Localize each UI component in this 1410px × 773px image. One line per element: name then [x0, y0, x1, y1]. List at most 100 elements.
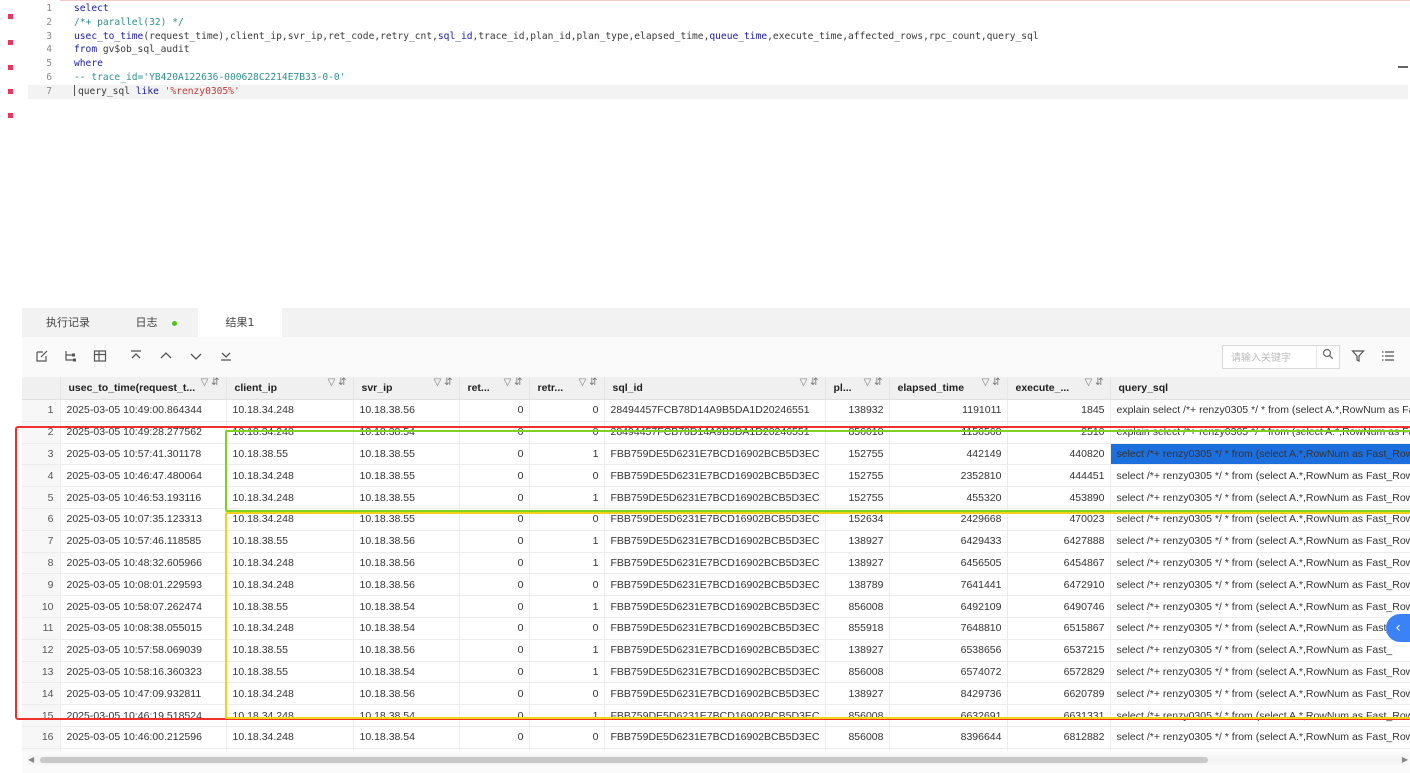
table-cell[interactable]: explain select /*+ renzy0305 */ * from (…: [1110, 421, 1410, 444]
first-icon[interactable]: [128, 349, 144, 365]
filter-sort-icon[interactable]: ▽ ⇵: [328, 377, 347, 388]
column-header[interactable]: execute_... ▽ ⇵: [1007, 377, 1111, 400]
table-row[interactable]: 2 2025-03-05 10:49:28.277562 10.18.34.248 1…: [22, 421, 1410, 444]
table-cell[interactable]: 152634: [825, 508, 890, 531]
table-cell[interactable]: 152755: [825, 486, 890, 509]
table-cell[interactable]: 10.18.38.55: [226, 443, 354, 466]
table-cell[interactable]: 10.18.38.55: [353, 464, 460, 488]
filter-sort-icon[interactable]: ▽ ⇵: [800, 377, 819, 388]
filter-sort-icon[interactable]: ▽ ⇵: [982, 377, 1001, 388]
table-cell[interactable]: 6632691: [889, 704, 1008, 727]
table-cell[interactable]: 10.18.38.55: [226, 661, 354, 684]
table-cell[interactable]: FBB759DE5D6231E7BCD16902BCB5D3EC: [604, 704, 826, 727]
table-cell[interactable]: 2025-03-05 10:58:16.360323: [60, 661, 227, 684]
table-cell[interactable]: 1156568: [889, 421, 1008, 444]
tab-result-1[interactable]: 结果1: [198, 308, 282, 337]
table-cell[interactable]: select /*+ renzy0305 */ * from (select A…: [1110, 617, 1410, 640]
table-cell[interactable]: 0: [459, 399, 530, 422]
table-cell[interactable]: 0: [529, 508, 605, 531]
table-cell[interactable]: 138789: [825, 573, 890, 597]
table-cell[interactable]: 0: [529, 726, 605, 749]
breakpoint-marker[interactable]: [8, 89, 13, 94]
table-cell[interactable]: 138927: [825, 530, 890, 553]
table-cell[interactable]: 856008: [825, 704, 890, 727]
scroll-right-icon[interactable]: ▶: [1402, 755, 1408, 764]
row-number[interactable]: 10: [22, 595, 61, 618]
menu-icon[interactable]: [1380, 349, 1396, 365]
code-line[interactable]: 5 where: [28, 57, 1408, 71]
table-cell[interactable]: select /*+ renzy0305 */ * from (select A…: [1110, 508, 1410, 531]
table-cell[interactable]: select /*+ renzy0305 */ * from (select A…: [1110, 726, 1410, 749]
table-row[interactable]: 16 2025-03-05 10:46:00.212596 10.18.34.248…: [22, 726, 1410, 749]
table-cell[interactable]: 6515867: [1007, 617, 1111, 640]
row-number[interactable]: 6: [22, 508, 61, 531]
table-cell[interactable]: 0: [459, 726, 530, 749]
table-cell[interactable]: FBB759DE5D6231E7BCD16902BCB5D3EC: [604, 726, 826, 749]
code-line[interactable]: 4 from gv$ob_sql_audit: [28, 43, 1408, 57]
row-number[interactable]: 9: [22, 573, 61, 597]
code-line[interactable]: 6 -- trace_id='YB420A122636-000628C2214E7…: [28, 71, 1408, 85]
table-cell[interactable]: 10.18.38.56: [353, 639, 460, 662]
table-cell[interactable]: 856008: [825, 661, 890, 684]
column-header[interactable]: sql_id ▽ ⇵: [604, 377, 826, 400]
table-cell[interactable]: FBB759DE5D6231E7BCD16902BCB5D3EC: [604, 443, 826, 466]
edit-icon[interactable]: [34, 349, 50, 365]
table-cell[interactable]: 0: [529, 748, 605, 751]
table-cell[interactable]: 0: [529, 399, 605, 422]
table-cell[interactable]: select /*+ renzy0305 */ * from (select A…: [1110, 573, 1410, 597]
table-cell[interactable]: 6456505: [889, 552, 1008, 575]
table-cell[interactable]: 10.18.34.248: [226, 573, 354, 597]
table-icon[interactable]: [92, 349, 108, 365]
table-cell[interactable]: 1: [529, 661, 605, 684]
table-cell[interactable]: 8429736: [889, 682, 1008, 706]
search-input[interactable]: [1229, 347, 1321, 370]
table-cell[interactable]: FBB759DE5D6231E7BCD16902BCB5D3EC: [604, 617, 826, 640]
table-cell[interactable]: 6429433: [889, 530, 1008, 553]
table-cell[interactable]: 2025-03-05 10:46:47.480064: [60, 464, 227, 488]
code-line[interactable]: 1 select: [28, 2, 1408, 16]
table-cell[interactable]: FBB759DE5D6231E7BCD16902BCB5D3EC: [604, 682, 826, 706]
table-cell[interactable]: 1: [529, 639, 605, 662]
column-header[interactable]: query_sql: [1110, 377, 1410, 400]
code-line[interactable]: 7 query_sql like '%renzy0305%': [28, 84, 1408, 99]
table-row[interactable]: 1 2025-03-05 10:49:00.864344 10.18.34.248 1…: [22, 399, 1410, 422]
table-cell[interactable]: 6574072: [889, 661, 1008, 684]
row-number[interactable]: 12: [22, 639, 61, 662]
up-icon[interactable]: [158, 349, 174, 365]
filter-sort-icon[interactable]: ▽ ⇵: [434, 377, 453, 388]
row-number[interactable]: 14: [22, 682, 61, 706]
filter-icon[interactable]: [1350, 349, 1366, 365]
table-cell[interactable]: 10.18.38.55: [226, 639, 354, 662]
collapse-panel-button[interactable]: ‹: [1386, 614, 1410, 642]
column-header[interactable]: ret... ▽ ⇵: [459, 377, 530, 400]
table-cell[interactable]: 856008: [825, 726, 890, 749]
column-header[interactable]: svr_ip ▽ ⇵: [353, 377, 460, 400]
table-cell[interactable]: 0: [459, 595, 530, 618]
filter-sort-icon[interactable]: ▽ ⇵: [864, 377, 883, 388]
table-cell[interactable]: 470023: [1007, 508, 1111, 531]
table-cell[interactable]: 2025-03-05 10:48:32.605966: [60, 552, 227, 575]
table-cell[interactable]: 2025-03-05 10:49:00.864344: [60, 399, 227, 422]
table-cell[interactable]: 420470207: [889, 748, 1008, 751]
table-cell[interactable]: FBB759DE5D6231E7BCD16902BCB5D3EC: [604, 552, 826, 575]
table-cell[interactable]: FBB759DE5D6231E7BCD16902BCB5D3EC: [604, 508, 826, 531]
table-cell[interactable]: select /*+ renzy0305 */ * from (select A…: [1110, 443, 1410, 466]
table-cell[interactable]: 0: [459, 530, 530, 553]
table-cell[interactable]: 7641441: [889, 573, 1008, 597]
table-cell[interactable]: 6490746: [1007, 595, 1111, 618]
filter-sort-icon[interactable]: ▽ ⇵: [201, 377, 220, 388]
table-cell[interactable]: FBB759DE5D6231E7BCD16902BCB5D3EC: [604, 530, 826, 553]
table-cell[interactable]: 2352810: [889, 464, 1008, 488]
table-cell[interactable]: 440820: [1007, 443, 1111, 466]
tree-icon[interactable]: [62, 349, 78, 365]
down-icon[interactable]: [188, 349, 204, 365]
table-cell[interactable]: 442149: [889, 443, 1008, 466]
table-cell[interactable]: 152755: [825, 443, 890, 466]
table-cell[interactable]: 1: [529, 486, 605, 509]
table-cell[interactable]: 10.18.38.55: [226, 530, 354, 553]
table-cell[interactable]: 10.18.38.56: [353, 682, 460, 706]
row-number[interactable]: 2: [22, 421, 61, 444]
table-cell[interactable]: 10.18.34.248: [226, 508, 354, 531]
breakpoint-marker[interactable]: [8, 14, 13, 19]
column-header[interactable]: client_ip ▽ ⇵: [226, 377, 354, 400]
